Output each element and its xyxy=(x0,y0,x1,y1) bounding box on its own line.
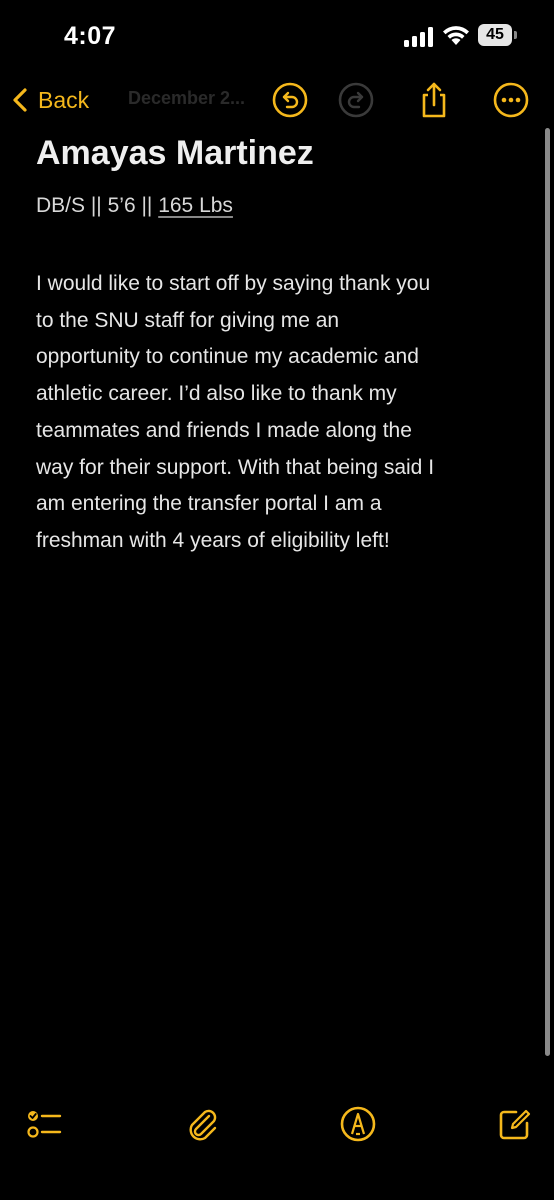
navigation-bar: Back December 2... xyxy=(0,74,554,126)
cellular-signal-icon xyxy=(404,27,433,47)
note-content[interactable]: Amayas Martinez DB/S || 5’6 || 165 Lbs I… xyxy=(36,126,514,560)
compose-icon xyxy=(499,1109,531,1140)
note-body[interactable]: I would like to start off by saying than… xyxy=(36,266,514,560)
scrollbar[interactable] xyxy=(545,128,550,1056)
undo-button[interactable] xyxy=(270,80,310,120)
attachment-button[interactable] xyxy=(182,1104,222,1144)
status-time: 4:07 xyxy=(64,22,117,50)
markup-pen-icon xyxy=(340,1106,376,1142)
battery-tip xyxy=(514,31,517,39)
note-title[interactable]: Amayas Martinez xyxy=(36,132,514,174)
more-options-button[interactable] xyxy=(491,80,531,120)
compose-button[interactable] xyxy=(494,1104,534,1144)
undo-icon xyxy=(272,82,308,118)
note-subtitle[interactable]: DB/S || 5’6 || 165 Lbs xyxy=(36,192,514,220)
paperclip-icon xyxy=(189,1109,217,1141)
checklist-icon xyxy=(27,1111,62,1138)
wifi-icon xyxy=(443,26,469,45)
note-subtitle-link[interactable]: 165 Lbs xyxy=(158,194,233,217)
back-label: Back xyxy=(38,86,90,113)
checklist-button[interactable] xyxy=(24,1104,64,1144)
bottom-toolbar xyxy=(0,1098,554,1148)
note-subtitle-text: DB/S || 5’6 || xyxy=(36,194,159,217)
redo-button[interactable] xyxy=(336,80,376,120)
battery-level: 45 xyxy=(486,26,504,43)
chevron-left-icon xyxy=(13,88,27,112)
faded-note-date: December 2... xyxy=(128,88,246,108)
status-bar: 4:07 45 xyxy=(0,0,554,74)
ellipsis-circle-icon xyxy=(493,82,529,118)
share-icon xyxy=(422,82,446,118)
share-button[interactable] xyxy=(414,80,454,120)
markup-button[interactable] xyxy=(338,1104,378,1144)
redo-icon xyxy=(338,82,374,118)
back-button[interactable]: Back xyxy=(8,80,89,120)
battery-indicator: 45 xyxy=(478,24,518,46)
